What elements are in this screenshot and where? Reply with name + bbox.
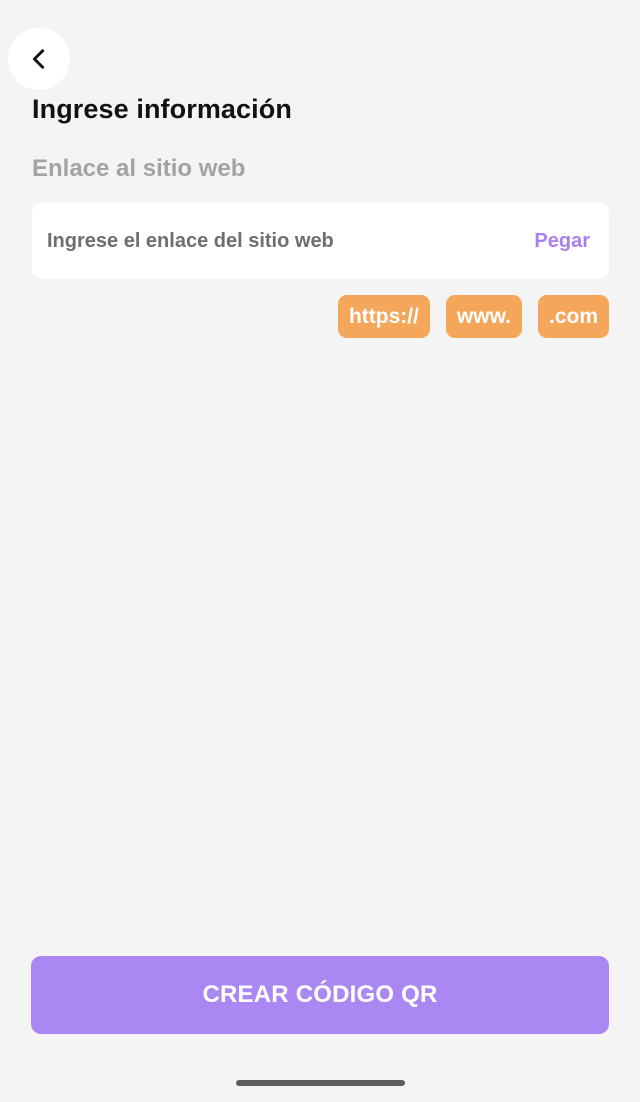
page-title: Ingrese información: [32, 94, 292, 124]
chip-www[interactable]: www.: [445, 295, 522, 338]
chip-https[interactable]: https://: [337, 295, 430, 338]
url-input[interactable]: [47, 229, 535, 253]
section-label: Enlace al sitio web: [32, 155, 246, 182]
chip-com[interactable]: .com: [537, 295, 609, 338]
create-qr-button[interactable]: CREAR CÓDIGO QR: [31, 956, 609, 1034]
url-input-card: Pegar: [32, 203, 609, 279]
screen: Ingrese información Enlace al sitio web …: [0, 0, 640, 1102]
chevron-left-icon: [32, 49, 45, 69]
paste-button[interactable]: Pegar: [534, 230, 590, 253]
quick-insert-chips: https:// www. .com: [337, 295, 609, 338]
home-indicator: [236, 1080, 405, 1086]
back-button[interactable]: [8, 28, 70, 90]
